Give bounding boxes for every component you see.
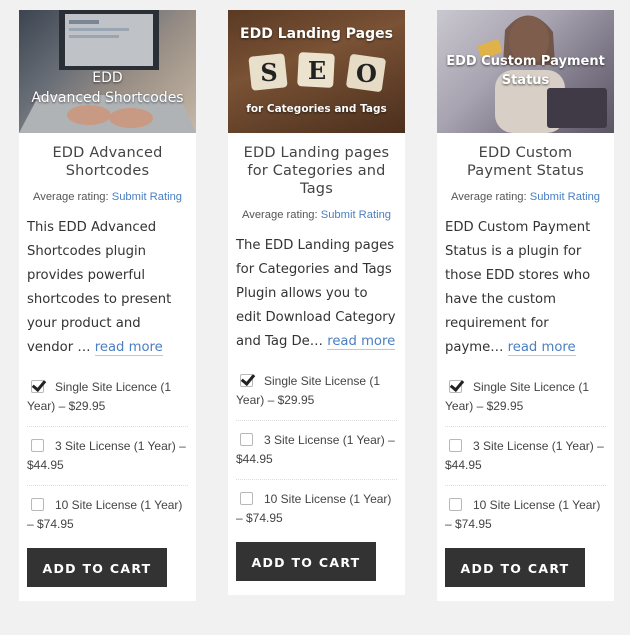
image-caption-line2: Status bbox=[501, 73, 550, 88]
license-options: Single Site Licence (1 Year) – $29.95 3 … bbox=[27, 376, 188, 544]
description-text: The EDD Landing pages for Categories and… bbox=[236, 238, 396, 349]
product-card-advanced-shortcodes: EDD Advanced Shortcodes EDD Advanced Sho… bbox=[19, 10, 196, 601]
product-title[interactable]: EDD Landing pages for Categories and Tag… bbox=[236, 144, 397, 198]
license-option-label: 3 Site License (1 Year) – $44.95 bbox=[27, 439, 186, 472]
license-option-label: 10 Site License (1 Year) – $74.95 bbox=[445, 498, 601, 531]
rating-label: Average rating: bbox=[32, 191, 109, 203]
read-more-link[interactable]: read more bbox=[94, 340, 163, 356]
checkbox[interactable] bbox=[31, 498, 44, 511]
submit-rating-link[interactable]: Submit Rating bbox=[530, 191, 600, 203]
image-caption-line1: EDD bbox=[92, 70, 123, 86]
checkbox[interactable] bbox=[240, 433, 253, 446]
product-card-custom-payment-status: EDD Custom Payment Status EDD Custom Pay… bbox=[437, 10, 614, 601]
license-option[interactable]: Single Site License (1 Year) – $29.95 bbox=[236, 370, 397, 420]
license-option[interactable]: 3 Site License (1 Year) – $44.95 bbox=[236, 420, 397, 479]
description-text: This EDD Advanced Shortcodes plugin prov… bbox=[27, 220, 172, 355]
image-caption-line2: for Categories and Tags bbox=[246, 103, 387, 115]
rating: Average rating: Submit Rating bbox=[31, 188, 184, 206]
read-more-link[interactable]: read more bbox=[327, 334, 396, 350]
license-option[interactable]: Single Site Licence (1 Year) – $29.95 bbox=[445, 376, 606, 426]
license-option[interactable]: 10 Site License (1 Year) – $74.95 bbox=[236, 479, 397, 538]
license-option[interactable]: 10 Site License (1 Year) – $74.95 bbox=[27, 485, 188, 544]
checkbox[interactable] bbox=[449, 498, 462, 511]
rating: Average rating: Submit Rating bbox=[240, 206, 393, 224]
product-description: The EDD Landing pages for Categories and… bbox=[236, 234, 397, 354]
submit-rating-link[interactable]: Submit Rating bbox=[321, 209, 391, 221]
license-option-label: 3 Site License (1 Year) – $44.95 bbox=[236, 433, 395, 466]
license-option-label: 10 Site License (1 Year) – $74.95 bbox=[236, 492, 392, 525]
license-option-label: Single Site License (1 Year) – $29.95 bbox=[236, 374, 381, 407]
product-description: This EDD Advanced Shortcodes plugin prov… bbox=[27, 216, 188, 360]
add-to-cart-button[interactable]: ADD TO CART bbox=[27, 548, 167, 587]
checkbox-checked[interactable] bbox=[449, 380, 462, 393]
add-to-cart-button[interactable]: ADD TO CART bbox=[236, 542, 376, 581]
read-more-link[interactable]: read more bbox=[507, 340, 576, 356]
rating-label: Average rating: bbox=[450, 191, 527, 203]
product-image-laptop[interactable]: EDD Advanced Shortcodes bbox=[19, 10, 196, 133]
license-option-label: 10 Site License (1 Year) – $74.95 bbox=[27, 498, 183, 531]
checkbox[interactable] bbox=[449, 439, 462, 452]
add-to-cart-button[interactable]: ADD TO CART bbox=[445, 548, 585, 587]
product-description: EDD Custom Payment Status is a plugin fo… bbox=[445, 216, 606, 360]
tile-letter-e: E bbox=[307, 56, 327, 85]
checkbox[interactable] bbox=[31, 439, 44, 452]
submit-rating-link[interactable]: Submit Rating bbox=[112, 191, 182, 203]
checkbox[interactable] bbox=[240, 492, 253, 505]
license-option-label: 3 Site License (1 Year) – $44.95 bbox=[445, 439, 604, 472]
checkbox-checked[interactable] bbox=[31, 380, 44, 393]
license-options: Single Site License (1 Year) – $29.95 3 … bbox=[236, 370, 397, 538]
product-title[interactable]: EDD Custom Payment Status bbox=[445, 144, 606, 180]
product-image-seo-tiles[interactable]: EDD Landing Pages S E O for Categories a… bbox=[228, 10, 405, 133]
license-option[interactable]: 10 Site License (1 Year) – $74.95 bbox=[445, 485, 606, 544]
license-option[interactable]: 3 Site License (1 Year) – $44.95 bbox=[445, 426, 606, 485]
tile-letter-o: O bbox=[356, 59, 377, 88]
license-options: Single Site Licence (1 Year) – $29.95 3 … bbox=[445, 376, 606, 544]
product-title[interactable]: EDD Advanced Shortcodes bbox=[27, 144, 188, 180]
license-option-label: Single Site Licence (1 Year) – $29.95 bbox=[445, 380, 590, 413]
tile-letter-s: S bbox=[260, 58, 278, 87]
rating-label: Average rating: bbox=[241, 209, 318, 221]
license-option[interactable]: 3 Site License (1 Year) – $44.95 bbox=[27, 426, 188, 485]
rating: Average rating: Submit Rating bbox=[449, 188, 602, 206]
image-caption-line1: EDD Custom Payment bbox=[446, 54, 605, 69]
description-text: EDD Custom Payment Status is a plugin fo… bbox=[445, 220, 591, 355]
license-option[interactable]: Single Site Licence (1 Year) – $29.95 bbox=[27, 376, 188, 426]
image-caption-line2: Advanced Shortcodes bbox=[31, 90, 184, 106]
checkbox-checked[interactable] bbox=[240, 374, 253, 387]
product-card-landing-pages: EDD Landing Pages S E O for Categories a… bbox=[228, 10, 405, 595]
license-option-label: Single Site Licence (1 Year) – $29.95 bbox=[27, 380, 172, 413]
product-image-woman-card[interactable]: EDD Custom Payment Status bbox=[437, 10, 614, 133]
woman-illustration bbox=[477, 15, 607, 133]
